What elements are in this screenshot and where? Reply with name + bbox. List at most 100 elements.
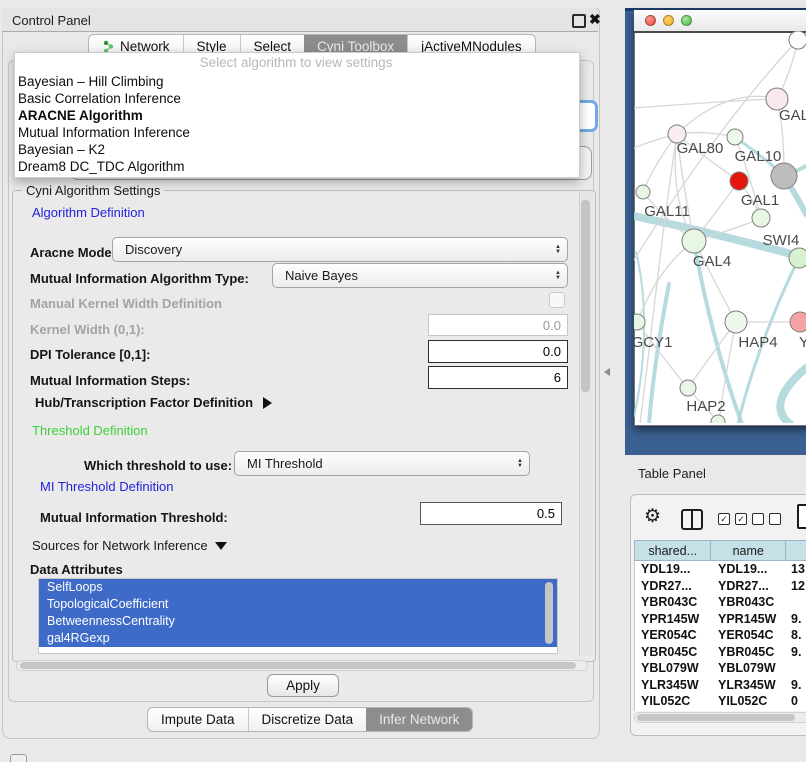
network-edge [649, 284, 669, 423]
tab-discretize-data[interactable]: Discretize Data [248, 708, 367, 731]
node-label: GAL4 [693, 253, 731, 270]
split-columns-icon[interactable] [681, 509, 703, 530]
cell-name: YDL19... [712, 562, 787, 576]
attributes-scrollbar-thumb[interactable] [545, 582, 553, 644]
tab-label: Impute Data [161, 712, 235, 727]
settings-group-title: Cyni Algorithm Settings [22, 183, 164, 198]
zoom-traffic-light-icon[interactable] [681, 15, 692, 26]
settings-scrollbar-thumb[interactable] [581, 200, 590, 392]
attribute-item-selfloops[interactable]: SelfLoops [39, 579, 557, 596]
dropdown-item-dream8-dc-tdc-algorithm[interactable]: Dream8 DC_TDC Algorithm [18, 158, 574, 175]
dropdown-item-basic-correlation-inference[interactable]: Basic Correlation Inference [18, 90, 574, 107]
node-label: GAL10 [735, 148, 782, 165]
apply-button[interactable]: Apply [267, 674, 339, 697]
node-label: HAP4 [738, 334, 777, 351]
gear-icon[interactable]: ⚙ [644, 505, 661, 528]
table-row[interactable]: YDR27...YDR27...12 [635, 578, 806, 595]
mi-algorithm-type-value: Naive Bayes [285, 268, 549, 283]
table-row[interactable]: YBR045CYBR045C9. [635, 644, 806, 661]
which-threshold-label: Which threshold to use: [84, 458, 232, 473]
cell-shared-name: YBR045C [635, 645, 712, 659]
cell-value: 9. [787, 678, 806, 692]
collapse-arrow-icon[interactable] [215, 542, 227, 550]
cell-value: 0 [787, 694, 806, 708]
table-hscrollbar-thumb[interactable] [637, 714, 795, 721]
mi-steps-label: Mutual Information Steps: [30, 373, 190, 388]
table-row[interactable]: YBR043CYBR043C [635, 594, 806, 611]
mi-threshold-input[interactable] [420, 502, 562, 525]
cell-value: 9. [787, 645, 806, 659]
table-row[interactable]: YIL052CYIL052C0 [635, 693, 806, 710]
network-edge [634, 99, 777, 108]
mi-steps-input[interactable] [428, 366, 568, 389]
settings-hscrollbar-thumb[interactable] [20, 662, 576, 669]
deselect-all-checkboxes-icon[interactable] [752, 513, 781, 525]
network-node-swi4[interactable] [789, 248, 806, 268]
data-attributes-list[interactable]: SelfLoopsTopologicalCoefficientBetweenne… [38, 578, 558, 654]
node-label: GAL11 [644, 203, 690, 220]
mi-algorithm-type-select[interactable]: Naive Bayes ▲▼ [272, 263, 568, 288]
attribute-item-betweennesscentrality[interactable]: BetweennessCentrality [39, 613, 557, 630]
dpi-tolerance-input[interactable] [428, 340, 568, 363]
which-threshold-select[interactable]: MI Threshold ▲▼ [234, 451, 530, 476]
manual-kernel-width-label: Manual Kernel Width Definition [30, 296, 222, 311]
dropdown-item-bayesian-hill-climbing[interactable]: Bayesian – Hill Climbing [18, 73, 574, 90]
kernel-width-input[interactable] [428, 314, 568, 336]
aracne-mode-select[interactable]: Discovery ▲▼ [112, 237, 568, 262]
network-node-hap4[interactable] [725, 311, 747, 333]
tab-infer-network[interactable]: Infer Network [366, 708, 472, 731]
network-node-y[interactable] [790, 312, 806, 332]
dropdown-item-bayesian-k2[interactable]: Bayesian – K2 [18, 141, 574, 158]
table-row[interactable]: YDL19...YDL19...13 [635, 561, 806, 578]
attribute-item-gal4rgexp[interactable]: gal4RGexp [39, 630, 557, 647]
cell-shared-name: YER054C [635, 628, 712, 642]
network-node[interactable] [730, 172, 748, 190]
manual-kernel-width-checkbox[interactable] [549, 292, 565, 308]
minimized-panel-icon[interactable] [10, 754, 27, 762]
network-node-gal11[interactable] [636, 185, 650, 199]
column-header-extra[interactable] [786, 540, 806, 561]
cell-shared-name: YBR043C [635, 595, 712, 609]
network-node-gal4[interactable] [682, 229, 706, 253]
export-table-icon[interactable] [797, 504, 806, 529]
unchecked-box-icon [769, 513, 781, 525]
cell-value: 8. [787, 628, 806, 642]
cell-value: 12 [787, 579, 806, 593]
tab-label: Infer Network [379, 712, 459, 727]
close-icon[interactable]: ✖ [589, 11, 601, 28]
float-window-icon[interactable] [572, 14, 586, 28]
close-traffic-light-icon[interactable] [645, 15, 656, 26]
table-row[interactable]: YLR345WYLR345W9. [635, 677, 806, 694]
network-node-hap2[interactable] [680, 380, 696, 396]
network-canvas[interactable]: GALGAL80GAL10GAL1GAL11GAL4SWI4GCY1HAP4YH… [634, 31, 806, 423]
network-node[interactable] [771, 163, 797, 189]
column-header-name[interactable]: name [711, 540, 786, 561]
cell-name: YBR043C [712, 595, 787, 609]
expand-arrow-icon[interactable] [263, 397, 272, 409]
network-window-titlebar[interactable] [634, 10, 806, 33]
attribute-item-topologicalcoefficient[interactable]: TopologicalCoefficient [39, 596, 557, 613]
network-node-gal10[interactable] [727, 129, 743, 145]
cell-value: 13 [787, 562, 806, 576]
table-row[interactable]: YPR145WYPR145W9. [635, 611, 806, 628]
network-node-gal1[interactable] [752, 209, 770, 227]
tab-impute-data[interactable]: Impute Data [148, 708, 248, 731]
which-threshold-value: MI Threshold [247, 456, 511, 471]
network-node[interactable] [789, 31, 806, 49]
dropdown-placeholder: Select algorithm to view settings [14, 55, 578, 70]
spinner-icon: ▲▼ [517, 459, 523, 469]
dpi-tolerance-label: DPI Tolerance [0,1]: [30, 347, 150, 362]
network-node-gcy1[interactable] [634, 314, 645, 330]
splitter-collapse-icon[interactable] [604, 368, 610, 376]
dropdown-item-mutual-information-inference[interactable]: Mutual Information Inference [18, 124, 574, 141]
table-row[interactable]: YBL079WYBL079W [635, 660, 806, 677]
table-row[interactable]: YER054CYER054C8. [635, 627, 806, 644]
dropdown-item-aracne-algorithm[interactable]: ARACNE Algorithm [18, 107, 574, 124]
column-header-shared[interactable]: shared... [634, 540, 711, 561]
select-all-checkboxes-icon[interactable]: ✓ ✓ [718, 513, 747, 525]
control-panel-titlebar [2, 8, 598, 32]
minimize-traffic-light-icon[interactable] [663, 15, 674, 26]
sources-group-title-row[interactable]: Sources for Network Inference [28, 538, 231, 553]
screen: Control Panel ✖ NetworkStyleSelectCyni T… [0, 0, 806, 762]
hub-definition-section[interactable]: Hub/Transcription Factor Definition [35, 395, 272, 410]
